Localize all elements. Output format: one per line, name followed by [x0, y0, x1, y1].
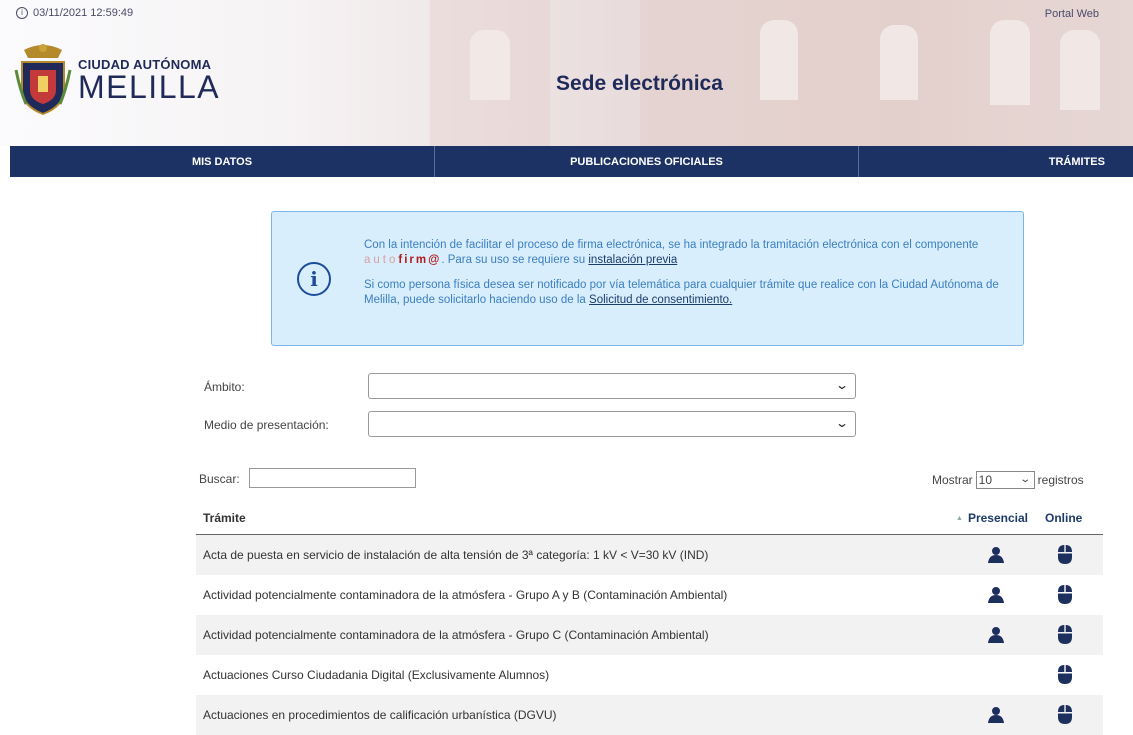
search-label: Buscar:	[199, 472, 240, 486]
solicitud-consentimiento-link[interactable]: Solicitud de consentimiento.	[589, 294, 732, 306]
table-row[interactable]: Actuaciones Curso Ciudadania Digital (Ex…	[196, 655, 1103, 695]
nav-item-tramites[interactable]: TRÁMITES	[859, 146, 1133, 177]
header-banner: i 03/11/2021 12:59:49 Portal Web CIUDAD …	[0, 0, 1133, 146]
info-text: Con la intención de facilitar el proceso…	[364, 238, 1004, 318]
show-label: Mostrar	[932, 473, 973, 487]
col-presencial-label: Presencial	[967, 511, 1028, 525]
page-length-select[interactable]: 10 ⌄	[975, 471, 1035, 489]
banner-window	[990, 20, 1030, 105]
page-length-control: Mostrar 10 ⌄ registros	[932, 471, 1084, 489]
search-input[interactable]	[249, 468, 416, 488]
col-presencial-header[interactable]: ▲ Presencial	[956, 511, 1028, 525]
mouse-icon[interactable]	[1057, 664, 1073, 685]
coat-of-arms-icon	[14, 44, 72, 116]
mouse-icon[interactable]	[1057, 544, 1073, 565]
records-label: registros	[1037, 473, 1084, 487]
nav-item-mis-datos[interactable]: MIS DATOS	[10, 146, 435, 177]
chevron-down-icon: ⌄	[834, 416, 850, 430]
table-row[interactable]: Actuaciones en procedimientos de calific…	[196, 695, 1103, 735]
sort-asc-icon: ▲	[956, 515, 963, 522]
mouse-icon[interactable]	[1057, 624, 1073, 645]
person-icon[interactable]	[987, 546, 1005, 564]
table-body: Acta de puesta en servicio de instalació…	[196, 535, 1103, 735]
instalacion-previa-link[interactable]: instalación previa	[588, 254, 677, 266]
main-nav: MIS DATOS PUBLICACIONES OFICIALES TRÁMIT…	[10, 146, 1133, 177]
logo-line2: MELILLA	[78, 68, 221, 105]
col-tramite-header[interactable]: Trámite	[203, 511, 246, 525]
tramite-name[interactable]: Actuaciones en procedimientos de calific…	[203, 708, 557, 722]
col-online-header[interactable]: Online	[1045, 511, 1082, 525]
banner-window	[470, 30, 510, 100]
table-row[interactable]: Actividad potencialmente contaminadora d…	[196, 575, 1103, 615]
tramites-table: Trámite ▲ Presencial Online Acta de puest…	[196, 500, 1103, 735]
tramite-name[interactable]: Actividad potencialmente contaminadora d…	[203, 588, 727, 602]
banner-window	[760, 20, 798, 100]
person-icon[interactable]	[987, 586, 1005, 604]
info-paragraph-consent: Si como persona física desea ser notific…	[364, 278, 1004, 308]
portal-web-link[interactable]: Portal Web	[1045, 8, 1099, 20]
chevron-down-icon: ⌄	[834, 378, 850, 392]
datetime: i 03/11/2021 12:59:49	[16, 7, 133, 19]
datetime-text: 03/11/2021 12:59:49	[33, 7, 134, 19]
site-title: Sede electrónica	[556, 72, 723, 95]
tramite-name[interactable]: Acta de puesta en servicio de instalació…	[203, 548, 708, 562]
mouse-icon[interactable]	[1057, 704, 1073, 725]
mouse-icon[interactable]	[1057, 584, 1073, 605]
nav-item-publicaciones[interactable]: PUBLICACIONES OFICIALES	[435, 146, 859, 177]
info-text-part: Con la intención de facilitar el proceso…	[364, 239, 979, 251]
banner-window	[880, 25, 918, 100]
info-text-part: . Para su uso se requiere su	[441, 254, 589, 266]
clock-icon: i	[16, 7, 28, 19]
medio-select[interactable]: ⌄	[368, 411, 856, 437]
city-logo[interactable]: CIUDAD AUTÓNOMA MELILLA	[14, 40, 220, 118]
ambito-select[interactable]: ⌄	[368, 373, 856, 399]
info-box: i Con la intención de facilitar el proce…	[271, 211, 1024, 346]
person-icon[interactable]	[987, 626, 1005, 644]
ambito-label: Ámbito:	[204, 380, 245, 394]
banner-window	[1060, 30, 1100, 110]
person-icon[interactable]	[987, 706, 1005, 724]
tramite-name[interactable]: Actividad potencialmente contaminadora d…	[203, 628, 709, 642]
table-header: Trámite ▲ Presencial Online	[196, 500, 1103, 535]
chevron-down-icon: ⌄	[1019, 474, 1032, 485]
top-bar: i 03/11/2021 12:59:49 Portal Web	[0, 0, 1133, 28]
page-length-value: 10	[978, 473, 993, 487]
medio-label: Medio de presentación:	[204, 418, 329, 432]
autofirma-logo-part1: auto	[364, 254, 399, 266]
info-icon: i	[297, 262, 331, 296]
info-paragraph-autofirma: Con la intención de facilitar el proceso…	[364, 238, 1004, 268]
table-row[interactable]: Acta de puesta en servicio de instalació…	[196, 535, 1103, 575]
tramite-name[interactable]: Actuaciones Curso Ciudadania Digital (Ex…	[203, 668, 549, 682]
table-row[interactable]: Actividad potencialmente contaminadora d…	[196, 615, 1103, 655]
autofirma-logo-part2: firm@	[398, 254, 442, 266]
